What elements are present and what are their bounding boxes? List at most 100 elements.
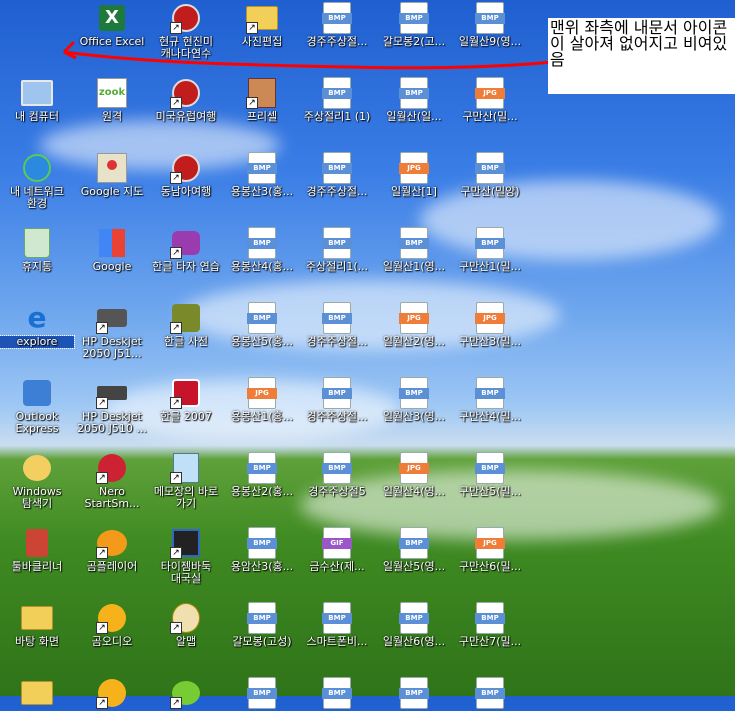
desktop-icon[interactable]: 휴지통: [0, 227, 74, 273]
desktop-icon[interactable]: ↗ 한글 사전: [149, 302, 223, 348]
media-icon: ↗: [170, 152, 202, 184]
desktop-icon[interactable]: BMP 용봉산5(홍...: [225, 302, 299, 348]
bmp-icon: BMP: [321, 377, 353, 409]
desktop-icon[interactable]: [0, 677, 74, 711]
desktop-icon[interactable]: BMP 용봉산3(홍...: [225, 152, 299, 198]
desktop-icon[interactable]: ↗ 메모장의 바로 가기: [149, 452, 223, 510]
desktop-icon[interactable]: 바탕 화면: [0, 602, 74, 648]
desktop-icon[interactable]: ↗ HP Deskjet 2050 J510 ...: [75, 377, 149, 435]
desktop-icon-label: 일월산3(영...: [382, 410, 446, 423]
desktop-icon[interactable]: ↗ 한글 타자 연습: [149, 227, 223, 273]
desktop-icon[interactable]: ↗: [149, 677, 223, 711]
annotation-note: 맨위 좌측에 내문서 아이콘이 살아져 없어지고 비여있음: [548, 18, 735, 94]
desktop-icon[interactable]: ↗ HP Deskjet 2050 J51...: [75, 302, 149, 360]
desktop-icon[interactable]: Windows 탐색기: [0, 452, 74, 510]
desktop-icon[interactable]: GIF 금수산(제...: [300, 527, 374, 573]
desktop-icon[interactable]: BMP 일월산5(영...: [377, 527, 451, 573]
network-icon: [21, 152, 53, 184]
desktop-icon[interactable]: BMP 스마트폰비...: [300, 602, 374, 648]
desktop-icon[interactable]: BMP 경주주상절...: [300, 152, 374, 198]
desktop-icon-label: 금수산(제...: [309, 560, 365, 573]
desktop-icon[interactable]: ↗ Nero StartSm...: [75, 452, 149, 510]
bmp-icon: BMP: [246, 152, 278, 184]
desktop-icon[interactable]: JPG 구만산3(밀...: [453, 302, 527, 348]
desktop-icon[interactable]: JPG 구만산6(밀...: [453, 527, 527, 573]
desktop-icon[interactable]: ↗ 한글 2007: [149, 377, 223, 423]
desktop-icon[interactable]: BMP 일월산1(영...: [377, 227, 451, 273]
desktop-icon[interactable]: BMP: [377, 677, 451, 711]
desktop-icon[interactable]: JPG 일월산[1]: [377, 152, 451, 198]
desktop-icon[interactable]: JPG 용봉산1(홍...: [225, 377, 299, 423]
desktop-icon[interactable]: 내 네트워크 환경: [0, 152, 74, 210]
bmp-icon: BMP: [246, 302, 278, 334]
desktop-icon-label: 용봉산3(홍...: [230, 185, 294, 198]
desktop-icon[interactable]: BMP 경주주상절5: [300, 452, 374, 498]
desktop-icon[interactable]: BMP 경주주상절...: [300, 377, 374, 423]
desktop-icon[interactable]: ↗ 타이젬바둑 대국실: [149, 527, 223, 585]
desktop-icon[interactable]: BMP: [300, 677, 374, 711]
desktop-icon[interactable]: JPG 일월산2(영...: [377, 302, 451, 348]
shortcut-arrow-icon: ↗: [170, 172, 182, 184]
desktop-icon-label: 한글 사전: [164, 335, 208, 348]
ie-icon: e: [27, 301, 47, 334]
bmp-icon: BMP: [321, 152, 353, 184]
desktop-icon[interactable]: BMP 구만산7(밀...: [453, 602, 527, 648]
bmp-icon: BMP: [321, 602, 353, 634]
desktop-icon[interactable]: BMP: [225, 677, 299, 711]
desktop-icon[interactable]: BMP 용암산3(홍...: [225, 527, 299, 573]
shortcut-arrow-icon: ↗: [96, 472, 108, 484]
desktop-icon[interactable]: BMP 구만산5(밀...: [453, 452, 527, 498]
notepad-icon: ↗: [170, 452, 202, 484]
desktop-icon[interactable]: BMP 경주주상절...: [300, 302, 374, 348]
desktop-icon-label: 한글 2007: [160, 410, 212, 423]
desktop-icon-label: Windows 탐색기: [12, 485, 62, 510]
desktop-icon[interactable]: Google: [75, 227, 149, 273]
desktop-icon-label: 툴바클리너: [11, 560, 63, 573]
desktop-icon-label: HP Deskjet 2050 J510 ...: [77, 410, 147, 435]
desktop-icon[interactable]: BMP 갈모봉(고성): [225, 602, 299, 648]
desktop-icon[interactable]: Outlook Express: [0, 377, 74, 435]
desktop-icon[interactable]: BMP 일월산3(영...: [377, 377, 451, 423]
desktop-icon[interactable]: BMP 주상절리1(...: [300, 227, 374, 273]
gmaps-icon: [96, 152, 128, 184]
desktop-icon[interactable]: ↗: [75, 677, 149, 711]
desktop-icon-label: 일월산2(영...: [382, 335, 446, 348]
desktop-icon[interactable]: ↗ 곰플레이어: [75, 527, 149, 573]
desktop-icon-label: 한글 타자 연습: [152, 260, 220, 273]
desktop-icon-label: Outlook Express: [15, 410, 59, 435]
bmp-icon: BMP: [246, 452, 278, 484]
desktop-icon[interactable]: BMP 용봉산4(홍...: [225, 227, 299, 273]
desktop-icon-label: HP Deskjet 2050 J51...: [82, 335, 142, 360]
bmp-icon: BMP: [398, 377, 430, 409]
folder-icon: [21, 677, 53, 709]
desktop-icon[interactable]: ↗ 곰오디오: [75, 602, 149, 648]
google-icon: [96, 227, 128, 259]
bmp-icon: BMP: [246, 602, 278, 634]
desktop-icon[interactable]: e explore: [0, 301, 75, 349]
desktop-icon[interactable]: BMP 일월산6(영...: [377, 602, 451, 648]
jpg-icon: JPG: [246, 377, 278, 409]
desktop-icon[interactable]: BMP 구만산(밀양): [453, 152, 527, 198]
desktop-icon-label: 용봉산1(홍...: [230, 410, 294, 423]
desktop-icon-label: 내 네트워크 환경: [9, 185, 65, 210]
desktop-icon-label: 경주주상절...: [306, 410, 368, 423]
shortcut-arrow-icon: ↗: [96, 622, 108, 634]
desktop-icon-label: 구만산4(밀...: [458, 410, 522, 423]
gomaudio-icon: ↗: [96, 677, 128, 709]
desktop-icon[interactable]: BMP 구만산1(밀...: [453, 227, 527, 273]
desktop-icon-label: 용봉산2(홍...: [230, 485, 294, 498]
desktop-icon[interactable]: JPG 일월산4(영...: [377, 452, 451, 498]
bmp-icon: BMP: [474, 452, 506, 484]
desktop-icon[interactable]: ↗ 알맵: [149, 602, 223, 648]
desktop-icon-label: 구만산6(밀...: [458, 560, 522, 573]
desktop-icon[interactable]: BMP 구만산4(밀...: [453, 377, 527, 423]
bmp-icon: BMP: [321, 677, 353, 709]
shortcut-arrow-icon: ↗: [170, 322, 182, 334]
desktop-icon[interactable]: Google 지도: [75, 152, 149, 198]
desktop-icon[interactable]: 툴바클리너: [0, 527, 74, 573]
desktop-icon[interactable]: BMP 용봉산2(홍...: [225, 452, 299, 498]
bmp-icon: BMP: [474, 227, 506, 259]
desktop-icon[interactable]: BMP: [453, 677, 527, 711]
desktop-icon-label: 구만산1(밀...: [458, 260, 522, 273]
desktop-icon[interactable]: ↗ 동남아여행: [149, 152, 223, 198]
